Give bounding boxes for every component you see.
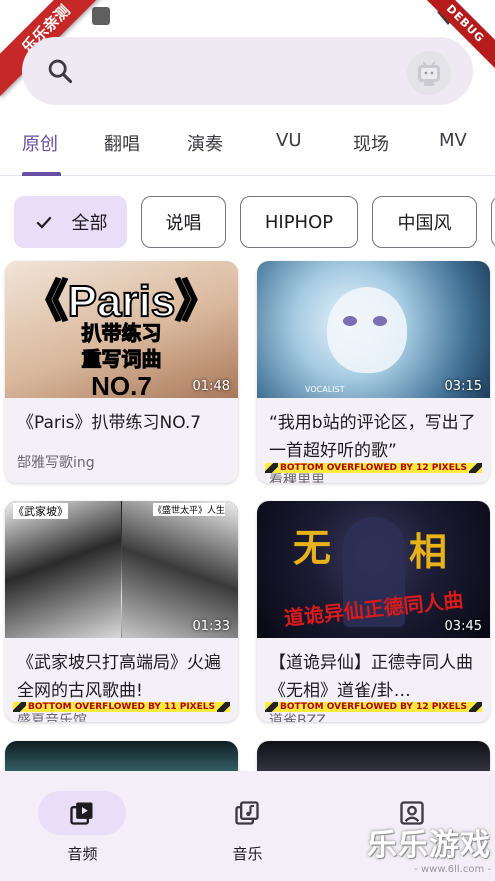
chip-more[interactable] <box>491 196 495 248</box>
overflow-warning: BOTTOM OVERFLOWED BY 12 PIXELS <box>265 463 482 473</box>
tab-cover[interactable]: 翻唱 <box>104 130 140 156</box>
thumbnail-caption: 相 <box>409 529 448 574</box>
video-card[interactable]: 《武家坡》 《盛世太平》人生 01:33 《武家坡只打高端局》火遍全网的古风歌曲… <box>5 501 238 722</box>
nav-label: 音频 <box>67 845 98 863</box>
thumbnail-caption: 《武家坡》 <box>13 503 68 519</box>
nav-music[interactable]: 音乐 <box>165 771 330 881</box>
video-duration: 01:33 <box>192 619 230 634</box>
overflow-warning: BOTTOM OVERFLOWED BY 12 PIXELS <box>265 702 482 712</box>
tab-performance[interactable]: 演奏 <box>187 130 223 156</box>
video-title: 【道诡异仙】正德寺同人曲《无相》道雀/卦… <box>269 653 473 701</box>
video-duration: 01:48 <box>192 379 230 394</box>
video-title: “我用b站的评论区，写出了一首超好听的歌” <box>269 413 476 461</box>
audio-video-icon <box>70 802 93 825</box>
chip-label: HIPHOP <box>264 211 334 233</box>
thumbnail-caption: 重写词曲 <box>81 347 162 372</box>
chip-rap[interactable]: 说唱 <box>141 196 226 248</box>
chip-label: 中国风 <box>397 213 452 234</box>
chip-hiphop[interactable]: HIPHOP <box>240 196 358 248</box>
tab-indicator <box>22 172 61 176</box>
video-duration: 03:15 <box>444 379 482 394</box>
video-author: 郜雅写歌ing <box>17 455 95 471</box>
category-tabs: 原创 翻唱 演奏 VU 现场 MV <box>0 118 495 176</box>
thumbnail-caption: 《盛世太平》人生 <box>153 503 226 516</box>
notification-icon <box>92 7 110 25</box>
tab-mv[interactable]: MV <box>439 130 467 151</box>
avatar[interactable] <box>407 51 451 95</box>
watermark-title: 乐乐游戏 <box>367 828 491 863</box>
filter-chips: 全部 说唱 HIPHOP 中国风 <box>0 196 495 250</box>
watermark: 乐乐游戏 - www.6ll.com - <box>367 820 491 875</box>
tab-live[interactable]: 现场 <box>353 130 389 156</box>
watermark-url: - www.6ll.com - <box>414 864 491 875</box>
search-bar[interactable] <box>22 37 473 105</box>
chip-chinese-style[interactable]: 中国风 <box>372 196 477 248</box>
tab-vu[interactable]: VU <box>276 130 302 151</box>
video-thumbnail: 《Paris》 扒带练习 重写词曲 NO.7 01:48 <box>5 261 238 398</box>
video-thumbnail: 《武家坡》 《盛世太平》人生 01:33 <box>5 501 238 638</box>
tab-original[interactable]: 原创 <box>22 130 58 156</box>
overflow-warning: BOTTOM OVERFLOWED BY 11 PIXELS <box>13 702 230 712</box>
video-card[interactable]: VOCALIST 03:15 “我用b站的评论区，写出了一首超好听的歌” 看稞里… <box>257 261 490 483</box>
video-duration: 03:45 <box>444 619 482 634</box>
thumbnail-caption: VOCALIST <box>305 385 345 394</box>
video-card[interactable]: 无 相 道诡异仙正德同人曲 03:45 【道诡异仙】正德寺同人曲《无相》道雀/卦… <box>257 501 490 722</box>
chip-label: 全部 <box>71 213 108 234</box>
thumbnail-caption: 扒带练习 <box>81 321 162 346</box>
search-icon[interactable] <box>46 57 74 85</box>
video-card[interactable]: 《Paris》 扒带练习 重写词曲 NO.7 01:48 《Paris》扒带练习… <box>5 261 238 483</box>
chip-label: 说唱 <box>165 213 202 234</box>
video-title: 《Paris》扒带练习NO.7 <box>17 413 202 433</box>
nav-label: 音乐 <box>232 845 263 863</box>
chip-all[interactable]: 全部 <box>14 196 127 248</box>
thumbnail-caption: 无 <box>293 525 332 570</box>
video-thumbnail: VOCALIST 03:15 <box>257 261 490 398</box>
video-thumbnail: 无 相 道诡异仙正德同人曲 03:45 <box>257 501 490 638</box>
bilibili-tv-icon <box>418 61 440 86</box>
nav-audio[interactable]: 音频 <box>0 771 165 881</box>
video-title: 《武家坡只打高端局》火遍全网的古风歌曲! <box>17 653 221 701</box>
music-note-icon <box>235 801 259 825</box>
check-icon <box>36 216 51 229</box>
